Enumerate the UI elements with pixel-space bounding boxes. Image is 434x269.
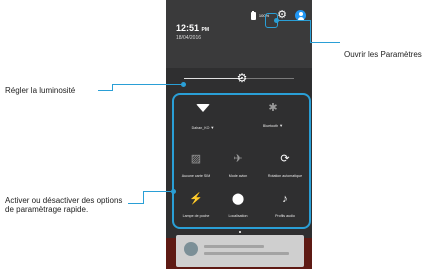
callout-line-settings [310, 20, 311, 42]
callout-settings: Ouvrir les Paramètres [344, 50, 422, 59]
battery-icon [250, 10, 256, 20]
quick-settings-highlight [172, 93, 311, 229]
brightness-fill [184, 78, 242, 79]
date: 18/04/2016 [176, 35, 202, 41]
shade-handle[interactable] [239, 231, 241, 233]
callout-line-quick-settings [143, 191, 173, 192]
callout-brightness: Régler la luminosité [5, 86, 76, 95]
notification-text-blur [204, 245, 264, 248]
clock-time: 12:51 [176, 23, 200, 33]
callout-line-settings [310, 42, 340, 43]
callout-line-brightness [98, 90, 113, 91]
callout-dot-settings [274, 18, 279, 23]
callout-dot-brightness [181, 82, 186, 87]
notification-card[interactable] [176, 235, 304, 267]
callout-dot-quick-settings [171, 189, 176, 194]
notification-avatar [184, 242, 198, 256]
callout-line-brightness [113, 84, 183, 85]
callout-line-quick-settings [128, 203, 144, 204]
callout-quick-settings: Activer ou désactiver des options de par… [5, 196, 123, 214]
clock-ampm: PM [201, 27, 210, 33]
callout-line-quick-settings [143, 191, 144, 203]
clock: 12:51 PM [176, 23, 209, 33]
notification-text-blur [204, 252, 289, 255]
brightness-slider-icon[interactable]: ⚙ [235, 71, 249, 85]
callout-line-settings [276, 20, 310, 21]
